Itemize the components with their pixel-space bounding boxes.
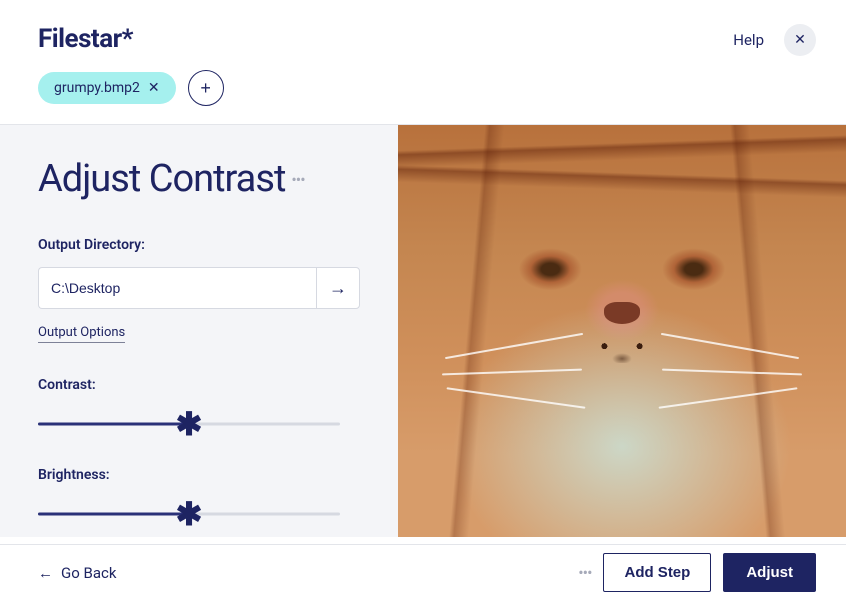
slider-thumb[interactable]: ✱ [176, 498, 203, 530]
brightness-label: Brightness: [38, 467, 360, 483]
page-title: Adjust Contrast [38, 157, 285, 201]
contrast-slider[interactable]: ✱ [38, 415, 340, 433]
arrow-right-icon: → [329, 278, 347, 299]
more-icon[interactable]: ••• [291, 170, 304, 189]
browse-button[interactable]: → [316, 267, 360, 309]
slider-fill [38, 513, 189, 516]
settings-panel: Adjust Contrast ••• Output Directory: → … [0, 125, 398, 537]
app-logo: Filestar* [38, 24, 224, 54]
add-file-button[interactable]: + [188, 70, 224, 106]
slider-fill [38, 423, 189, 426]
app-name: Filestar* [38, 24, 133, 54]
close-button[interactable]: ✕ [784, 24, 816, 56]
preview-image [398, 125, 846, 537]
brightness-slider[interactable]: ✱ [38, 505, 340, 523]
close-icon[interactable]: ✕ [146, 80, 162, 96]
go-back-button[interactable]: ← Go Back [38, 564, 116, 582]
arrow-left-icon: ← [38, 564, 53, 582]
contrast-label: Contrast: [38, 377, 360, 393]
plus-icon: + [200, 78, 211, 99]
slider-thumb[interactable]: ✱ [176, 408, 203, 440]
output-directory-label: Output Directory: [38, 237, 360, 253]
output-options-link[interactable]: Output Options [38, 325, 125, 343]
image-preview [398, 125, 846, 537]
adjust-button[interactable]: Adjust [723, 553, 816, 592]
output-directory-input[interactable] [38, 267, 316, 309]
help-link[interactable]: Help [733, 31, 764, 49]
close-icon: ✕ [794, 32, 806, 48]
go-back-label: Go Back [61, 564, 116, 582]
file-chip[interactable]: grumpy.bmp2 ✕ [38, 72, 176, 104]
add-step-button[interactable]: Add Step [603, 553, 711, 592]
file-chip-label: grumpy.bmp2 [54, 80, 140, 96]
more-icon[interactable]: ••• [578, 563, 591, 582]
